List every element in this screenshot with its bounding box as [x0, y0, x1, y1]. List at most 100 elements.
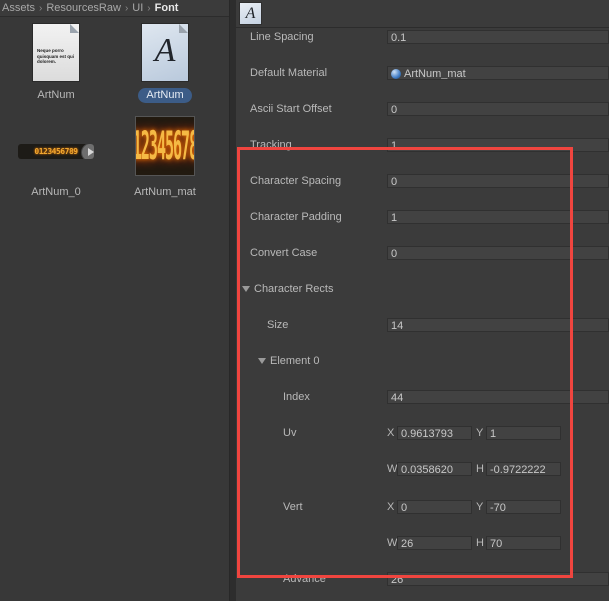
- uv-w-input[interactable]: 0.0358620: [397, 462, 472, 476]
- asset-thumbnail: A: [113, 21, 217, 81]
- asset-item-artnum-mat[interactable]: 0123456789 ArtNum_mat: [113, 111, 217, 200]
- property-row-index: Index 44: [236, 388, 609, 406]
- property-row-ascii-start-offset: Ascii Start Offset 0: [236, 100, 609, 118]
- advance-input[interactable]: 26: [387, 572, 609, 586]
- property-label: Convert Case: [250, 247, 318, 259]
- asset-label: ArtNum_0: [31, 186, 81, 198]
- asset-label-wrap: ArtNum_0: [4, 182, 108, 200]
- breadcrumb: Assets › ResourcesRaw › UI › Font: [0, 0, 229, 17]
- asset-label: ArtNum_mat: [134, 186, 196, 198]
- asset-grid: Neque porro quisquam est qui dolorem. Ar…: [0, 17, 229, 601]
- property-label: Default Material: [250, 67, 328, 79]
- play-badge-icon[interactable]: [81, 143, 94, 159]
- vert-w-input[interactable]: 26: [397, 536, 472, 550]
- inspector-header: A: [236, 0, 609, 28]
- breadcrumb-item-ui[interactable]: UI: [132, 2, 143, 14]
- tracking-input[interactable]: 1: [387, 138, 609, 152]
- property-label: Character Spacing: [250, 175, 342, 187]
- breadcrumb-separator-icon: ›: [124, 2, 129, 14]
- property-row-default-material: Default Material ArtNum_mat: [236, 64, 609, 82]
- property-row-uv-size: W 0.0358620 H -0.9722222: [236, 460, 609, 478]
- size-label: Size: [267, 319, 289, 331]
- asset-thumbnail: 0123456789: [113, 111, 217, 181]
- asset-label-wrap: ArtNum: [4, 85, 108, 103]
- property-row-character-padding: Character Padding 1: [236, 208, 609, 226]
- character-padding-input[interactable]: 1: [387, 210, 609, 224]
- asset-label-wrap: ArtNum_mat: [113, 182, 217, 200]
- asset-item-artnum-0[interactable]: 0123456789 ArtNum_0: [4, 121, 108, 200]
- material-icon: 0123456789: [136, 117, 194, 175]
- font-icon: A: [142, 24, 188, 81]
- asset-label-wrap: ArtNum: [113, 85, 217, 103]
- uv-x-label: X: [387, 427, 395, 439]
- breadcrumb-item-assets[interactable]: Assets: [2, 2, 35, 14]
- breadcrumb-separator-icon: ›: [147, 2, 151, 14]
- property-row-tracking: Tracking 1: [236, 136, 609, 154]
- asset-item-artnum-file[interactable]: Neque porro quisquam est qui dolorem. Ar…: [4, 21, 108, 103]
- uv-label: Uv: [283, 427, 297, 439]
- property-row-uv: Uv X 0.9613793 Y 1: [236, 424, 609, 442]
- breadcrumb-item-font[interactable]: Font: [155, 2, 179, 14]
- texture-icon-digits: 0123456789: [34, 146, 78, 156]
- default-material-object-field[interactable]: ArtNum_mat: [387, 66, 609, 80]
- property-row-line-spacing: Line Spacing 0.1: [236, 28, 609, 46]
- property-row-convert-case: Convert Case 0: [236, 244, 609, 262]
- uv-h-label: H: [476, 463, 484, 475]
- property-row-vert: Vert X 0 Y -70: [236, 498, 609, 516]
- uv-y-label: Y: [476, 427, 484, 439]
- texture-icon: 0123456789: [18, 143, 94, 159]
- uv-y-input[interactable]: 1: [486, 426, 561, 440]
- character-spacing-input[interactable]: 0: [387, 174, 609, 188]
- foldout-character-rects[interactable]: Character Rects: [236, 280, 609, 298]
- property-label: Ascii Start Offset: [250, 103, 332, 115]
- vert-h-input[interactable]: 70: [486, 536, 561, 550]
- ascii-start-offset-input[interactable]: 0: [387, 102, 609, 116]
- property-label: Line Spacing: [250, 31, 314, 43]
- chevron-down-icon[interactable]: [242, 286, 250, 292]
- vert-x-label: X: [387, 501, 395, 513]
- uv-x-input[interactable]: 0.9613793: [397, 426, 472, 440]
- foldout-element-0[interactable]: Element 0: [236, 352, 609, 370]
- asset-label: ArtNum: [37, 89, 75, 101]
- vert-y-label: Y: [476, 501, 484, 513]
- property-row-vert-size: W 26 H 70: [236, 534, 609, 552]
- property-label: Character Padding: [250, 211, 342, 223]
- advance-label: Advance: [283, 573, 326, 585]
- chevron-down-icon[interactable]: [258, 358, 266, 364]
- size-input[interactable]: 14: [387, 318, 609, 332]
- vert-x-input[interactable]: 0: [397, 500, 472, 514]
- breadcrumb-item-resourcesraw[interactable]: ResourcesRaw: [46, 2, 121, 14]
- character-rects-label: Character Rects: [254, 283, 334, 295]
- uv-w-label: W: [387, 463, 398, 475]
- inspector-panel: A Line Spacing 0.1 Default Material ArtN…: [236, 0, 609, 601]
- document-icon-text: Neque porro quisquam est qui dolorem.: [37, 48, 75, 64]
- inspector-properties: Line Spacing 0.1 Default Material ArtNum…: [236, 28, 609, 601]
- uv-h-input[interactable]: -0.9722222: [486, 462, 561, 476]
- breadcrumb-separator-icon: ›: [39, 2, 43, 14]
- asset-thumbnail: Neque porro quisquam est qui dolorem.: [4, 21, 108, 81]
- default-material-value: ArtNum_mat: [404, 68, 466, 80]
- element-0-label: Element 0: [270, 355, 320, 367]
- property-label: Tracking: [250, 139, 292, 151]
- index-input[interactable]: 44: [387, 390, 609, 404]
- document-icon: Neque porro quisquam est qui dolorem.: [33, 24, 79, 81]
- property-row-character-spacing: Character Spacing 0: [236, 172, 609, 190]
- font-asset-icon: A: [240, 3, 261, 24]
- material-sphere-icon: [391, 69, 401, 79]
- index-label: Index: [283, 391, 310, 403]
- asset-label-selected[interactable]: ArtNum: [138, 88, 192, 103]
- convert-case-input[interactable]: 0: [387, 246, 609, 260]
- line-spacing-input[interactable]: 0.1: [387, 30, 609, 44]
- vert-h-label: H: [476, 537, 484, 549]
- project-browser-panel: Assets › ResourcesRaw › UI › Font Neque …: [0, 0, 229, 601]
- editor-window: Assets › ResourcesRaw › UI › Font Neque …: [0, 0, 609, 601]
- material-icon-digits: 0123456789: [136, 122, 194, 170]
- font-icon-glyph: A: [154, 32, 176, 69]
- asset-thumbnail: 0123456789: [4, 121, 108, 181]
- vert-y-input[interactable]: -70: [486, 500, 561, 514]
- property-row-size: Size 14: [236, 316, 609, 334]
- asset-item-artnum-font[interactable]: A ArtNum: [113, 21, 217, 103]
- property-row-advance: Advance 26: [236, 570, 609, 588]
- vert-label: Vert: [283, 501, 303, 513]
- vert-w-label: W: [387, 537, 398, 549]
